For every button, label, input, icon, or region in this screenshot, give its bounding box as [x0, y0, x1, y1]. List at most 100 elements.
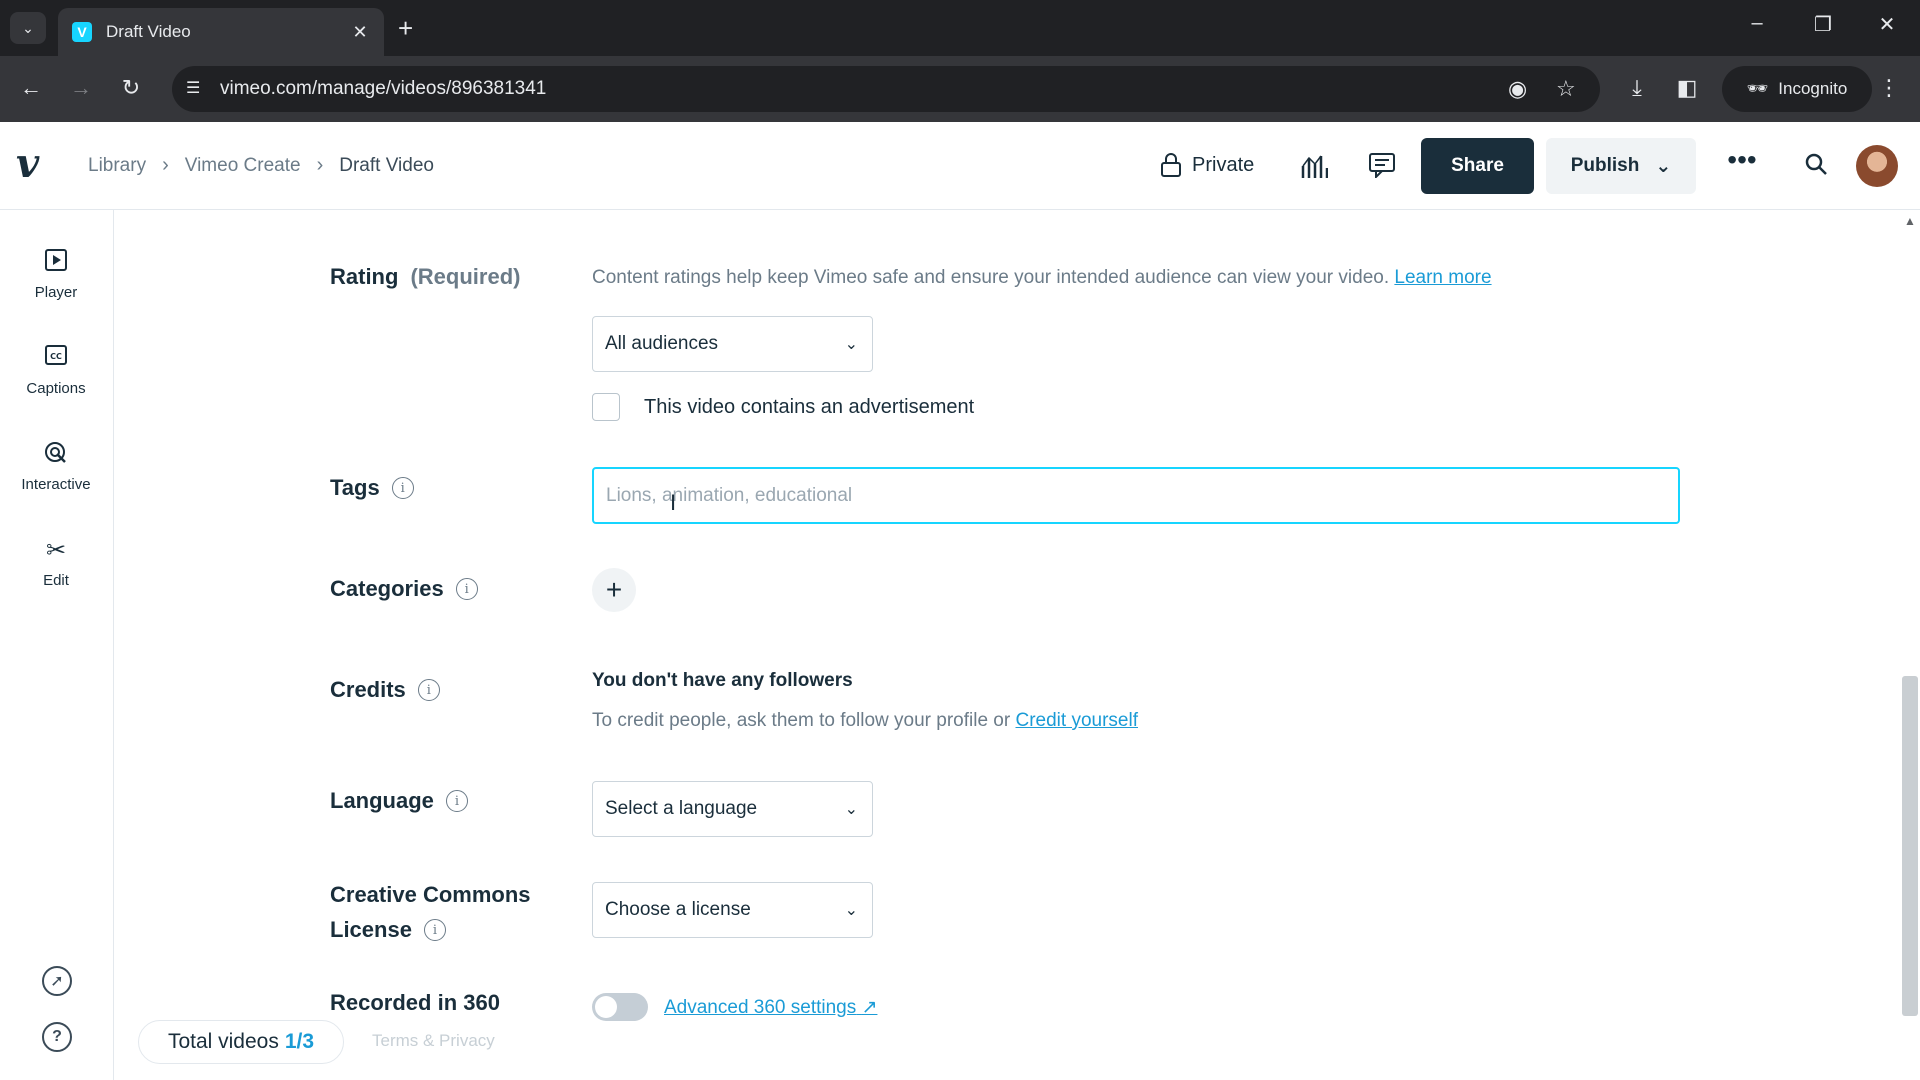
chevron-down-icon: ⌄	[844, 801, 858, 818]
browser-toolbar: ← → ↻ ☰ vimeo.com/manage/videos/89638134…	[0, 56, 1920, 122]
vimeo-logo-icon[interactable]: v	[16, 144, 39, 184]
text-cursor-icon: I	[670, 490, 677, 515]
rating-help-text: Content ratings help keep Vimeo safe and…	[592, 267, 1492, 289]
chevron-right-icon: ›	[162, 154, 169, 176]
credits-help-text: To credit people, ask them to follow you…	[592, 710, 1138, 732]
sidebar-item-captions[interactable]: CC Captions	[0, 344, 112, 397]
lock-icon	[1161, 153, 1181, 177]
new-tab-icon[interactable]: +	[398, 14, 413, 42]
reload-icon[interactable]: ↻	[116, 75, 146, 101]
chevron-down-icon: ⌄	[844, 902, 858, 919]
terms-privacy-link[interactable]: Terms & Privacy	[372, 1031, 495, 1051]
chevron-down-icon: ⌄	[844, 336, 858, 353]
window-close-icon[interactable]: ✕	[1872, 12, 1902, 37]
analytics-icon[interactable]	[1298, 152, 1330, 187]
categories-label: Categories i	[330, 576, 478, 602]
sidebar-item-label: Player	[34, 284, 78, 301]
info-icon[interactable]: i	[455, 578, 478, 600]
help-icon[interactable]: ?	[42, 1022, 72, 1052]
comments-icon[interactable]	[1366, 152, 1398, 185]
license-label-line1: Creative Commons	[330, 882, 531, 907]
toggle-knob	[595, 996, 617, 1018]
address-bar[interactable]: ☰ vimeo.com/manage/videos/896381341 ◉ ☆	[172, 66, 1600, 112]
back-icon[interactable]: ←	[16, 75, 46, 101]
interactive-icon	[0, 440, 112, 470]
incognito-label: Incognito	[1778, 79, 1848, 98]
no-followers-title: You don't have any followers	[592, 670, 853, 691]
language-select[interactable]: Select a language ⌄	[592, 781, 873, 837]
eye-off-icon[interactable]: ◉	[1508, 76, 1527, 102]
cc-icon: CC	[0, 344, 112, 374]
app-header: v Library › Vimeo Create › Draft Video P…	[0, 122, 1920, 210]
svg-text:CC: CC	[50, 352, 62, 361]
sidebar-item-player[interactable]: Player	[0, 248, 112, 301]
privacy-button[interactable]: Private	[1160, 152, 1254, 178]
license-label-line2: License	[330, 917, 412, 942]
language-label-text: Language	[330, 788, 434, 813]
left-sidebar: Player CC Captions Interactive ✂ Edit ➚ …	[0, 210, 114, 1080]
restore-icon[interactable]: ❐	[1808, 12, 1838, 37]
incognito-badge[interactable]: 🕶 Incognito	[1722, 66, 1872, 112]
browser-tab[interactable]: V Draft Video ✕	[58, 8, 384, 56]
sidebar-item-label: Captions	[26, 380, 86, 397]
share-button[interactable]: Share	[1421, 138, 1534, 194]
minimize-icon[interactable]: –	[1742, 12, 1772, 35]
browser-menu-icon[interactable]: ⋮	[1874, 75, 1904, 101]
advanced-360-settings-link[interactable]: Advanced 360 settings ↗	[664, 996, 877, 1019]
sidebar-item-label: Edit	[43, 572, 69, 589]
tags-label: Tags i	[330, 475, 414, 501]
incognito-icon: 🕶	[1746, 79, 1769, 98]
categories-label-text: Categories	[330, 576, 444, 601]
license-select-value: Choose a license	[605, 899, 751, 920]
add-category-button[interactable]: +	[592, 568, 636, 612]
breadcrumb: Library › Vimeo Create › Draft Video	[88, 154, 434, 177]
sidebar-item-interactive[interactable]: Interactive	[0, 440, 112, 493]
forward-icon[interactable]: →	[66, 75, 96, 101]
credit-yourself-link[interactable]: Credit yourself	[1016, 710, 1139, 731]
side-panel-icon[interactable]: ◧	[1672, 75, 1702, 101]
sidebar-item-edit[interactable]: ✂ Edit	[0, 536, 112, 589]
bookmark-star-icon[interactable]: ☆	[1556, 76, 1576, 102]
total-videos-pill[interactable]: Total videos 1/3	[138, 1020, 344, 1064]
close-tab-icon[interactable]: ✕	[350, 22, 370, 43]
chevron-right-icon: ›	[316, 154, 324, 176]
info-icon[interactable]: i	[417, 679, 440, 701]
tab-search-chevron-icon[interactable]: ⌄	[10, 12, 46, 44]
scrollbar-thumb[interactable]	[1902, 676, 1918, 1016]
advertisement-checkbox[interactable]	[592, 393, 620, 421]
total-videos-label: Total videos	[167, 1030, 279, 1053]
publish-button[interactable]: Publish ⌄	[1546, 138, 1696, 194]
vimeo-favicon-icon: V	[72, 22, 92, 42]
license-select[interactable]: Choose a license ⌄	[592, 882, 873, 938]
breadcrumb-vimeo-create[interactable]: Vimeo Create	[185, 155, 301, 177]
advanced-360-label: Advanced 360 settings	[664, 997, 857, 1018]
external-link-icon: ↗	[861, 997, 878, 1018]
info-icon[interactable]: i	[391, 477, 414, 499]
site-info-icon[interactable]: ☰	[186, 78, 200, 98]
recorded-360-label: Recorded in 360	[330, 990, 500, 1015]
info-icon[interactable]: i	[445, 790, 468, 812]
url-text[interactable]: vimeo.com/manage/videos/896381341	[220, 78, 546, 100]
download-icon[interactable]: ⤓	[1622, 75, 1652, 101]
tags-input[interactable]	[592, 467, 1680, 524]
avatar[interactable]	[1856, 145, 1898, 187]
browser-tabbar: ⌄ V Draft Video ✕ + – ❐ ✕	[0, 0, 1920, 56]
rating-select[interactable]: All audiences ⌄	[592, 316, 873, 372]
breadcrumb-library[interactable]: Library	[88, 155, 146, 177]
rating-help: Content ratings help keep Vimeo safe and…	[592, 267, 1390, 288]
more-options-icon[interactable]: •••	[1726, 144, 1758, 176]
scroll-up-arrow-icon[interactable]: ▲	[1904, 214, 1916, 228]
compass-icon[interactable]: ➚	[42, 966, 72, 996]
rating-label-text: Rating	[330, 264, 399, 289]
info-icon[interactable]: i	[423, 919, 446, 941]
learn-more-link[interactable]: Learn more	[1394, 267, 1491, 288]
scissors-icon: ✂	[45, 537, 67, 564]
language-select-value: Select a language	[605, 798, 758, 819]
search-icon[interactable]	[1800, 152, 1832, 183]
privacy-label: Private	[1192, 153, 1255, 176]
credits-label: Credits i	[330, 677, 440, 703]
tab-title: Draft Video	[106, 22, 191, 41]
rating-label: Rating (Required)	[330, 264, 520, 290]
breadcrumb-draft-video: Draft Video	[339, 154, 434, 176]
recorded-360-toggle[interactable]	[592, 993, 648, 1021]
